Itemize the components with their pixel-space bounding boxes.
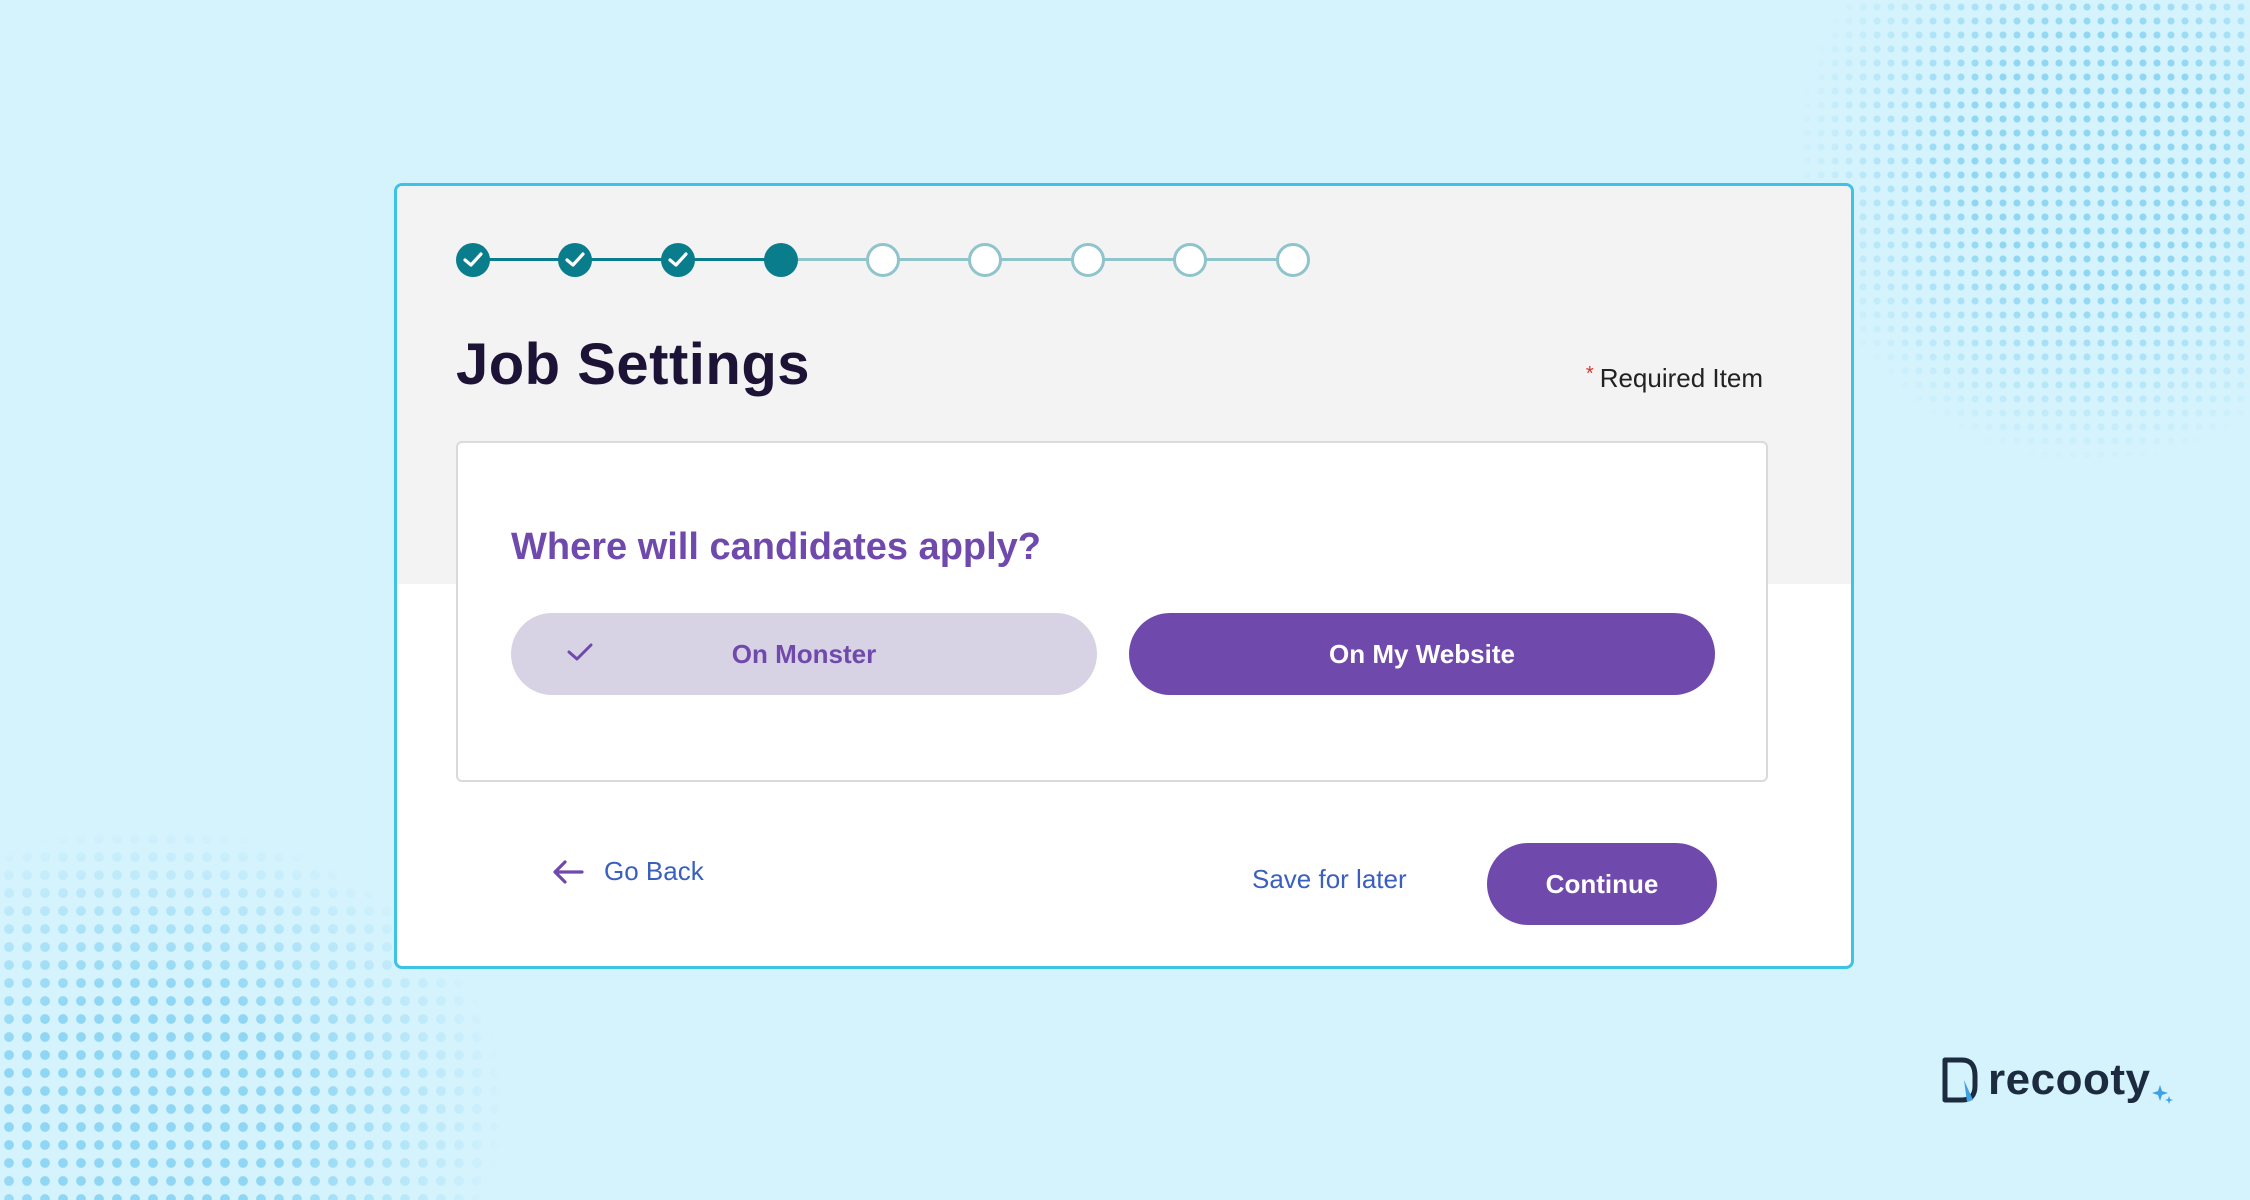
recooty-brand: recooty bbox=[1940, 1050, 2174, 1110]
continue-button[interactable]: Continue bbox=[1487, 843, 1717, 925]
stepper-line-complete bbox=[473, 258, 781, 261]
step-2-complete bbox=[558, 243, 592, 277]
apply-location-panel: Where will candidates apply? On Monster … bbox=[456, 441, 1768, 782]
step-3-complete bbox=[661, 243, 695, 277]
job-settings-card: Job Settings * Required Item Where will c… bbox=[394, 183, 1854, 969]
check-icon bbox=[463, 252, 483, 267]
step-7-pending bbox=[1071, 243, 1105, 277]
step-5-pending bbox=[866, 243, 900, 277]
brand-name: recooty bbox=[1988, 1055, 2151, 1104]
step-4-current bbox=[764, 243, 798, 277]
save-for-later-link[interactable]: Save for later bbox=[1252, 864, 1407, 895]
go-back-label: Go Back bbox=[604, 856, 704, 886]
step-6-pending bbox=[968, 243, 1002, 277]
stepper-line-remaining bbox=[781, 258, 1293, 261]
go-back-link[interactable]: Go Back bbox=[552, 856, 704, 887]
page-title: Job Settings bbox=[456, 332, 811, 397]
decorative-dots-top-right bbox=[1800, 0, 2250, 460]
step-9-pending bbox=[1276, 243, 1310, 277]
check-icon bbox=[567, 643, 593, 661]
option-on-monster-label: On Monster bbox=[731, 638, 877, 669]
question-heading: Where will candidates apply? bbox=[511, 526, 1042, 568]
required-star: * bbox=[1585, 363, 1594, 385]
check-icon bbox=[565, 252, 585, 267]
arrow-left-icon bbox=[553, 859, 584, 884]
required-label: Required Item bbox=[1599, 363, 1763, 393]
option-on-my-website-label: On My Website bbox=[1329, 638, 1515, 669]
step-1-complete bbox=[456, 243, 490, 277]
required-item-note: * Required Item bbox=[1586, 363, 1763, 394]
step-8-pending bbox=[1173, 243, 1207, 277]
check-icon bbox=[668, 252, 688, 267]
sparkle-icon bbox=[2152, 1085, 2174, 1104]
progress-stepper bbox=[456, 240, 1316, 280]
recooty-logo-icon bbox=[1942, 1057, 1978, 1103]
continue-label: Continue bbox=[1545, 868, 1659, 899]
option-on-monster-button[interactable]: On Monster bbox=[511, 613, 1097, 695]
option-on-my-website-button[interactable]: On My Website bbox=[1129, 613, 1715, 695]
